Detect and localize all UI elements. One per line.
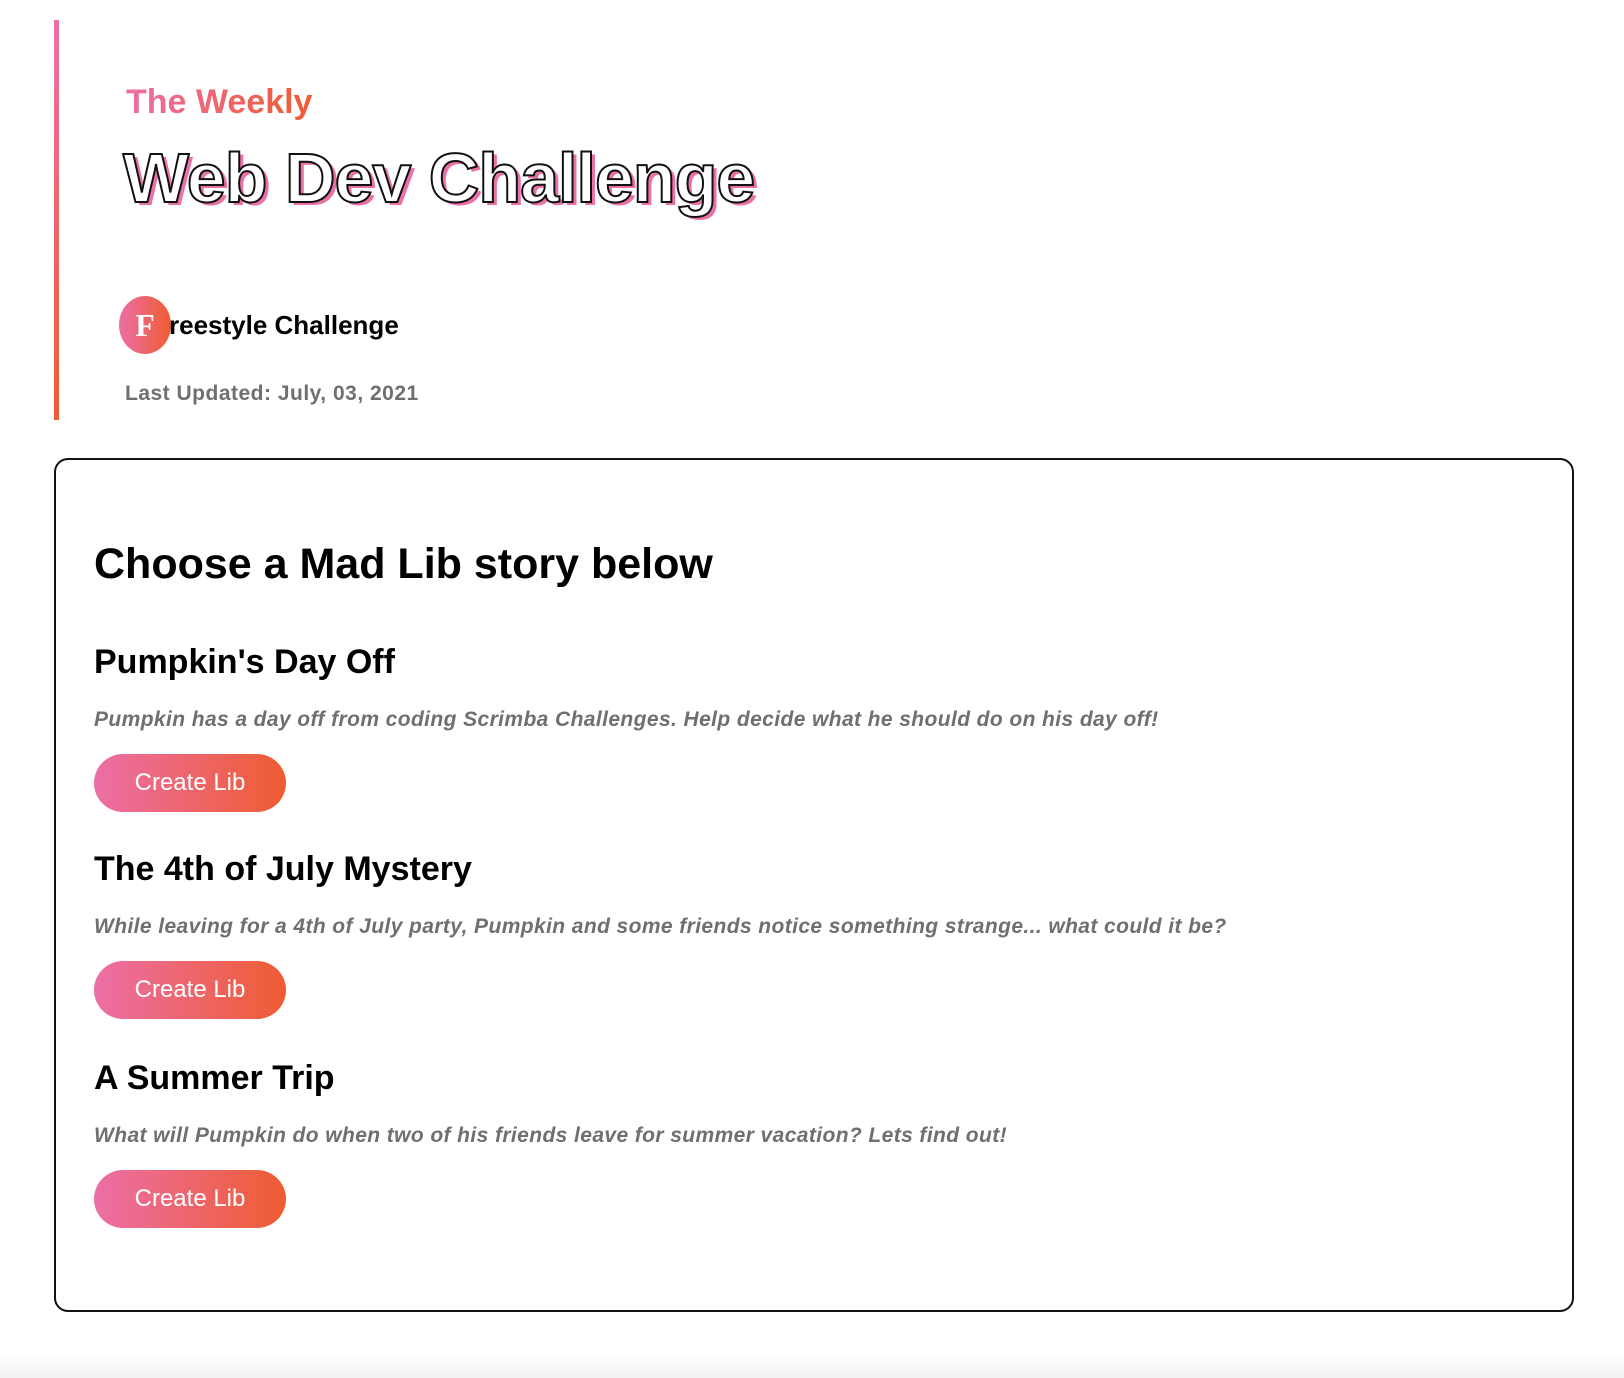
- story-item: The 4th of July Mystery While leaving fo…: [94, 847, 1494, 1019]
- story-title: The 4th of July Mystery: [94, 850, 472, 888]
- page-bottom-edge: [0, 1350, 1624, 1378]
- card-heading: Choose a Mad Lib story below: [94, 540, 713, 588]
- story-description: While leaving for a 4th of July party, P…: [94, 915, 1227, 938]
- story-title: Pumpkin's Day Off: [94, 643, 395, 681]
- create-lib-button[interactable]: Create Lib: [94, 961, 286, 1019]
- challenge-type-label: reestyle Challenge: [169, 309, 399, 340]
- create-lib-button[interactable]: Create Lib: [94, 1170, 286, 1228]
- challenge-type: F reestyle Challenge: [119, 296, 399, 354]
- challenge-header: The Weekly Web Dev Challenge F reestyle …: [54, 20, 1254, 420]
- last-updated: Last Updated: July, 03, 2021: [125, 382, 419, 405]
- story-item: A Summer Trip What will Pumpkin do when …: [94, 1056, 1494, 1228]
- header-kicker: The Weekly: [126, 83, 313, 121]
- page: The Weekly Web Dev Challenge F reestyle …: [0, 0, 1624, 1378]
- story-description: What will Pumpkin do when two of his fri…: [94, 1124, 1007, 1147]
- story-title: A Summer Trip: [94, 1059, 335, 1097]
- page-title: Web Dev Challenge: [122, 138, 756, 218]
- story-item: Pumpkin's Day Off Pumpkin has a day off …: [94, 640, 1494, 812]
- mad-lib-card: Choose a Mad Lib story below Pumpkin's D…: [54, 458, 1574, 1312]
- create-lib-button[interactable]: Create Lib: [94, 754, 286, 812]
- challenge-badge-icon: F: [119, 296, 171, 354]
- story-description: Pumpkin has a day off from coding Scrimb…: [94, 708, 1159, 731]
